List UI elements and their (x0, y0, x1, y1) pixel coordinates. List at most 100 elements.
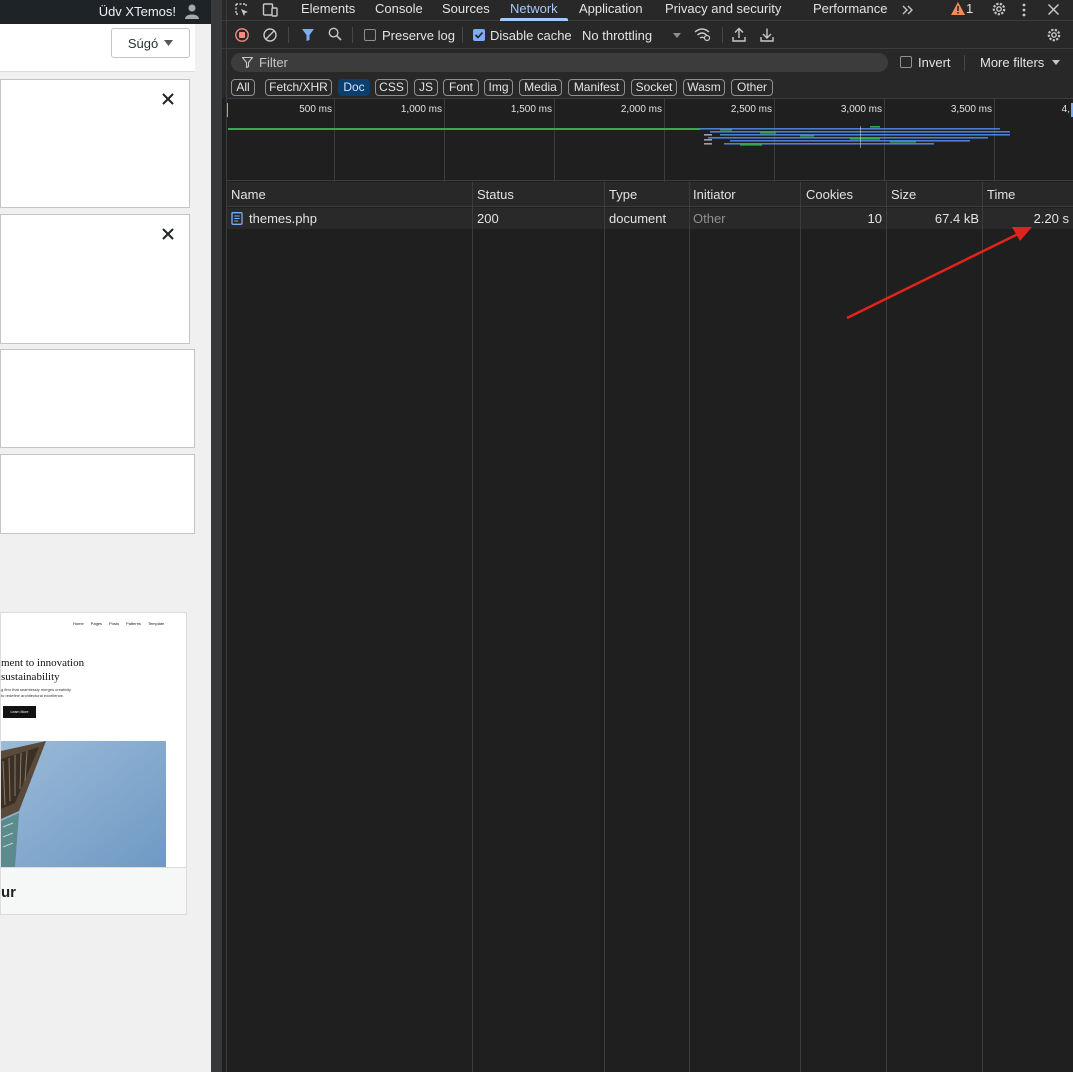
column-header-status[interactable]: Status (477, 187, 514, 202)
tab-application[interactable]: Application (579, 1, 643, 16)
import-har-icon[interactable] (732, 27, 746, 42)
type-filter-img[interactable]: Img (484, 79, 513, 96)
disable-cache-label[interactable]: Disable cache (490, 28, 572, 43)
type-filter-doc[interactable]: Doc (338, 79, 370, 96)
settings-gear-icon[interactable] (991, 1, 1007, 17)
preserve-log-checkbox[interactable] (364, 29, 376, 41)
preview-nav-item: Pages (90, 621, 103, 626)
filter-separator (964, 55, 965, 71)
type-filter-css[interactable]: CSS (375, 79, 408, 96)
device-toolbar-icon[interactable] (262, 2, 278, 18)
toolbar-separator (462, 27, 463, 43)
preview-nav-item: Patterns (126, 621, 141, 626)
tab-performance[interactable]: Performance (813, 1, 887, 16)
timeline-tick: 1,000 ms (400, 104, 442, 115)
more-tabs-chevron-icon[interactable] (901, 3, 915, 17)
preview-nav-item: Home (73, 621, 84, 626)
tab-elements[interactable]: Elements (301, 1, 355, 16)
timeline-gridline (334, 99, 335, 182)
theme-card[interactable]: Home Pages Posts Patterns Template ment … (0, 612, 187, 915)
column-header-name[interactable]: Name (231, 187, 266, 202)
devtools-splitter[interactable] (211, 0, 222, 1072)
type-filter-wasm[interactable]: Wasm (683, 79, 725, 96)
filter-input[interactable]: Filter (231, 53, 888, 72)
toolbar-separator (352, 27, 353, 43)
invert-label[interactable]: Invert (918, 55, 951, 70)
timeline-gridline (444, 99, 445, 182)
network-overview-timeline[interactable]: 500 ms 1,000 ms 1,500 ms 2,000 ms 2,500 … (226, 98, 1073, 182)
export-har-icon[interactable] (760, 27, 774, 42)
column-divider[interactable] (982, 182, 983, 1072)
building-photo (1, 741, 166, 867)
type-filter-all[interactable]: All (231, 79, 255, 96)
timeline-tick: 4, (1061, 104, 1070, 115)
close-icon[interactable] (161, 92, 175, 106)
request-waterfall-cluster (700, 126, 1010, 148)
kebab-menu-icon[interactable] (1020, 2, 1028, 18)
inspect-element-icon[interactable] (234, 2, 250, 18)
column-header-size[interactable]: Size (891, 187, 916, 202)
request-name[interactable]: themes.php (249, 211, 317, 226)
notice-panel (0, 79, 190, 208)
tab-network[interactable]: Network (510, 1, 558, 16)
throttling-caret-icon[interactable] (673, 33, 681, 38)
filter-funnel-icon[interactable] (301, 28, 315, 42)
timeline-tick: 2,500 ms (730, 104, 772, 115)
timeline-gridline (554, 99, 555, 182)
subtitle-line: to redefine architectural excellence. (1, 693, 64, 698)
help-button[interactable]: Súgó (111, 28, 190, 58)
column-header-initiator[interactable]: Initiator (693, 187, 736, 202)
type-filter-media[interactable]: Media (519, 79, 562, 96)
column-header-type[interactable]: Type (609, 187, 637, 202)
preview-nav-item: Template (147, 621, 165, 626)
type-filter-socket[interactable]: Socket (631, 79, 677, 96)
type-filter-font[interactable]: Font (443, 79, 479, 96)
document-file-icon (231, 212, 243, 225)
request-size: 67.4 kB (934, 211, 979, 226)
column-header-cookies[interactable]: Cookies (806, 187, 853, 202)
clear-icon[interactable] (263, 28, 277, 42)
content-panel (0, 454, 195, 534)
column-header-time[interactable]: Time (987, 187, 1015, 202)
invert-checkbox[interactable] (900, 56, 912, 68)
column-divider[interactable] (689, 182, 690, 1072)
network-settings-gear-icon[interactable] (1046, 27, 1062, 43)
type-filter-fetch-xhr[interactable]: Fetch/XHR (265, 79, 332, 96)
close-devtools-icon[interactable] (1047, 3, 1060, 16)
type-filter-other[interactable]: Other (731, 79, 773, 96)
type-filter-js[interactable]: JS (414, 79, 438, 96)
request-type: document (609, 211, 667, 226)
user-avatar-icon[interactable] (184, 3, 200, 19)
filter-row: Filter Invert More filters (222, 49, 1073, 76)
table-row[interactable]: themes.php 200 document Other 10 67.4 kB… (226, 208, 1073, 229)
tab-privacy-security[interactable]: Privacy and security (665, 1, 781, 16)
preserve-log-label[interactable]: Preserve log (382, 28, 455, 43)
tab-sources[interactable]: Sources (442, 1, 490, 16)
greeting-text[interactable]: Üdv XTemos! (99, 4, 176, 19)
column-divider[interactable] (886, 182, 887, 1072)
network-toolbar: Preserve log Disable cache No throttling (222, 21, 1073, 49)
more-filters-button[interactable]: More filters (980, 55, 1044, 70)
column-divider[interactable] (800, 182, 801, 1072)
timeline-tick: 500 ms (299, 104, 332, 115)
stop-recording-icon[interactable] (235, 28, 249, 42)
type-filter-manifest[interactable]: Manifest (568, 79, 625, 96)
issues-count[interactable]: 1 (966, 1, 973, 16)
column-divider[interactable] (604, 182, 605, 1072)
throttling-select[interactable]: No throttling (582, 28, 652, 43)
close-icon[interactable] (161, 227, 175, 241)
devtools-edge (226, 0, 227, 1072)
notice-panel (0, 214, 190, 344)
more-filters-caret-icon[interactable] (1052, 60, 1060, 65)
timeline-tick: 3,500 ms (950, 104, 992, 115)
document-request-bar (228, 128, 700, 130)
screen-meta-strip: Súgó (0, 24, 195, 72)
disable-cache-checkbox[interactable] (473, 29, 485, 41)
column-divider[interactable] (472, 182, 473, 1072)
network-conditions-icon[interactable] (694, 27, 711, 42)
search-icon[interactable] (328, 27, 342, 41)
devtools-tabbar: Elements Console Sources Network Applica… (222, 0, 1073, 21)
filter-icon (242, 57, 253, 68)
warning-icon[interactable] (951, 2, 965, 15)
tab-console[interactable]: Console (375, 1, 423, 16)
